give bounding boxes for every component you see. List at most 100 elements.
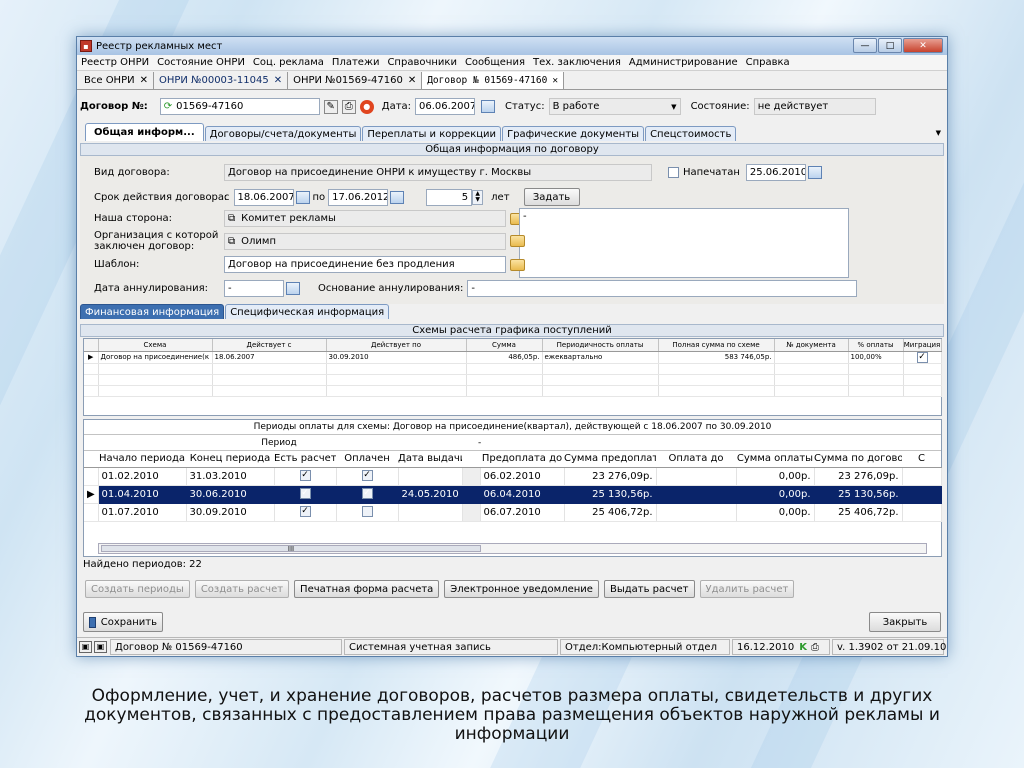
tab-graphics[interactable]: Графические документы xyxy=(502,126,645,141)
close-icon[interactable]: ✕ xyxy=(274,75,282,86)
term-to-field[interactable]: 17.06.2012 xyxy=(328,188,389,206)
notes-field[interactable]: - xyxy=(519,208,849,278)
menu-item-registry[interactable]: Реестр ОНРИ xyxy=(77,57,153,68)
calc-checkbox[interactable]: ✓ xyxy=(299,488,311,500)
col-header[interactable] xyxy=(462,451,480,468)
tab-specific[interactable]: Специфическая информация xyxy=(225,304,390,319)
term-from-field[interactable]: 18.06.2007 xyxy=(233,188,294,206)
table-row[interactable]: ▶ Договор на присоединение(к 18.06.2007 … xyxy=(84,351,942,364)
close-icon[interactable]: ✕ xyxy=(408,75,416,86)
menu-item-tech[interactable]: Тех. заключения xyxy=(529,57,625,68)
paid-checkbox[interactable]: ✓ xyxy=(361,470,373,482)
window-icon[interactable]: ▣ xyxy=(94,641,107,653)
col-header[interactable]: Оплачен xyxy=(336,451,398,468)
calendar-icon[interactable] xyxy=(286,282,300,295)
doc-tab-onri-1[interactable]: ОНРИ №00003-11045 ✕ xyxy=(154,72,289,89)
calendar-icon[interactable] xyxy=(295,190,310,204)
create-periods-button[interactable]: Создать периоды xyxy=(85,580,190,598)
paid-checkbox[interactable] xyxy=(361,506,373,518)
create-calc-button[interactable]: Создать расчет xyxy=(194,580,290,598)
calc-checkbox[interactable]: ✓ xyxy=(299,506,311,518)
status-select[interactable]: В работе ▼ xyxy=(548,98,681,115)
paid-checkbox[interactable]: ✓ xyxy=(361,488,373,500)
col-header[interactable]: Предоплата до xyxy=(480,451,564,468)
close-window-button[interactable]: ✕ xyxy=(903,38,943,53)
col-header[interactable]: Действует по xyxy=(326,339,467,352)
printed-date-field[interactable]: 25.06.2010 xyxy=(745,164,806,181)
col-header[interactable]: Конец периода xyxy=(186,451,274,468)
calendar-icon[interactable] xyxy=(390,190,405,204)
printed-checkbox[interactable] xyxy=(668,167,679,178)
doc-tab-contract[interactable]: Договор № 01569-47160 ✕ xyxy=(422,72,565,89)
menu-item-payments[interactable]: Платежи xyxy=(328,57,384,68)
menu-item-messages[interactable]: Сообщения xyxy=(461,57,529,68)
maximize-button[interactable]: □ xyxy=(878,38,902,53)
set-term-button[interactable]: Задать xyxy=(523,188,580,206)
print-form-button[interactable]: Печатная форма расчета xyxy=(294,580,440,598)
save-button[interactable]: Сохранить xyxy=(83,612,163,632)
doc-tab-onri-2[interactable]: ОНРИ №01569-47160 ✕ xyxy=(288,72,423,89)
edit-icon[interactable]: ✎ xyxy=(323,99,338,114)
issue-calc-button[interactable]: Выдать расчет xyxy=(603,580,695,598)
printer-icon[interactable]: ⎙ xyxy=(811,642,819,653)
tab-special-cost[interactable]: Спецстоимость xyxy=(645,126,737,141)
calc-checkbox[interactable]: ✓ xyxy=(299,470,311,482)
folder-icon[interactable] xyxy=(510,258,525,271)
minimize-button[interactable]: — xyxy=(853,38,877,53)
menu-item-help[interactable]: Справка xyxy=(742,57,794,68)
col-header[interactable]: Схема xyxy=(98,339,213,352)
col-header[interactable]: Оплата до xyxy=(656,451,736,468)
col-header[interactable]: № документа xyxy=(774,339,849,352)
scroll-thumb[interactable]: III xyxy=(101,545,481,553)
print-icon[interactable]: ⎙ xyxy=(341,99,356,114)
col-header[interactable]: Действует с xyxy=(212,339,327,352)
col-header[interactable]: С xyxy=(902,451,941,468)
tab-overpayments[interactable]: Переплаты и коррекции xyxy=(362,126,502,141)
menu-item-state[interactable]: Состояние ОНРИ xyxy=(153,57,249,68)
migration-checkbox[interactable]: ✓ xyxy=(916,351,928,362)
stop-icon[interactable]: ● xyxy=(359,99,374,114)
menu-item-references[interactable]: Справочники xyxy=(383,57,461,68)
contract-number-field[interactable]: ⟳ 01569-47160 xyxy=(159,98,320,115)
col-header[interactable]: Сумма xyxy=(466,339,543,352)
close-icon[interactable]: ✕ xyxy=(140,75,148,86)
calendar-icon[interactable] xyxy=(481,100,496,113)
template-label: Шаблон: xyxy=(94,259,140,270)
col-header[interactable]: Начало периода xyxy=(98,451,186,468)
menu-item-social-ads[interactable]: Соц. реклама xyxy=(249,57,328,68)
e-notice-button[interactable]: Электронное уведомление xyxy=(444,580,599,598)
col-header[interactable]: Сумма по договору xyxy=(814,451,902,468)
col-header[interactable]: Есть расчет xyxy=(274,451,336,468)
doc-tab-all[interactable]: Все ОНРИ ✕ xyxy=(79,72,154,89)
horizontal-scrollbar[interactable]: III xyxy=(98,543,927,554)
table-row-selected[interactable]: ▶ 01.04.2010 30.06.2010 ✓ ✓ 24.05.2010 0… xyxy=(84,485,942,504)
cell: 25 130,56р. xyxy=(814,485,903,504)
col-header[interactable]: Сумма предоплаты xyxy=(564,451,656,468)
table-row[interactable]: 01.02.2010 31.03.2010 ✓ ✓ 06.02.2010 23 … xyxy=(84,467,942,486)
cancel-date-field[interactable]: - xyxy=(224,280,284,297)
tab-general[interactable]: Общая информ... xyxy=(85,123,204,141)
close-button[interactable]: Закрыть xyxy=(869,612,941,632)
tab-contracts[interactable]: Договоры/счета/документы xyxy=(204,126,362,141)
col-header[interactable]: Сумма оплаты xyxy=(736,451,814,468)
delete-calc-button[interactable]: Удалить расчет xyxy=(699,580,795,598)
cancel-reason-field[interactable]: - xyxy=(467,280,858,297)
col-header[interactable]: % оплаты xyxy=(848,339,904,352)
col-header[interactable]: Периодичность оплаты xyxy=(542,339,659,352)
date-field[interactable]: 06.06.2007 xyxy=(415,98,476,115)
template-field[interactable]: Договор на присоединение без продления xyxy=(224,256,506,273)
col-header[interactable]: Миграция xyxy=(903,339,942,352)
close-icon[interactable]: ✕ xyxy=(552,75,558,86)
window-icon[interactable]: ▣ xyxy=(79,641,92,653)
years-field[interactable]: 5 xyxy=(426,188,473,206)
col-header[interactable]: Полная сумма по схеме xyxy=(658,339,775,352)
from-label: с xyxy=(224,191,230,203)
tab-financial[interactable]: Финансовая информация xyxy=(80,304,225,319)
calendar-icon[interactable] xyxy=(807,166,822,179)
menu-item-admin[interactable]: Администрирование xyxy=(625,57,742,68)
col-header[interactable]: Дата выдачи xyxy=(398,451,462,468)
years-stepper[interactable]: ▲ ▼ xyxy=(472,189,484,205)
table-row[interactable]: 01.07.2010 30.09.2010 ✓ 06.07.2010 25 40… xyxy=(84,503,942,522)
tabs-overflow-icon[interactable]: ▼ xyxy=(936,129,941,137)
folder-icon[interactable] xyxy=(510,235,525,247)
